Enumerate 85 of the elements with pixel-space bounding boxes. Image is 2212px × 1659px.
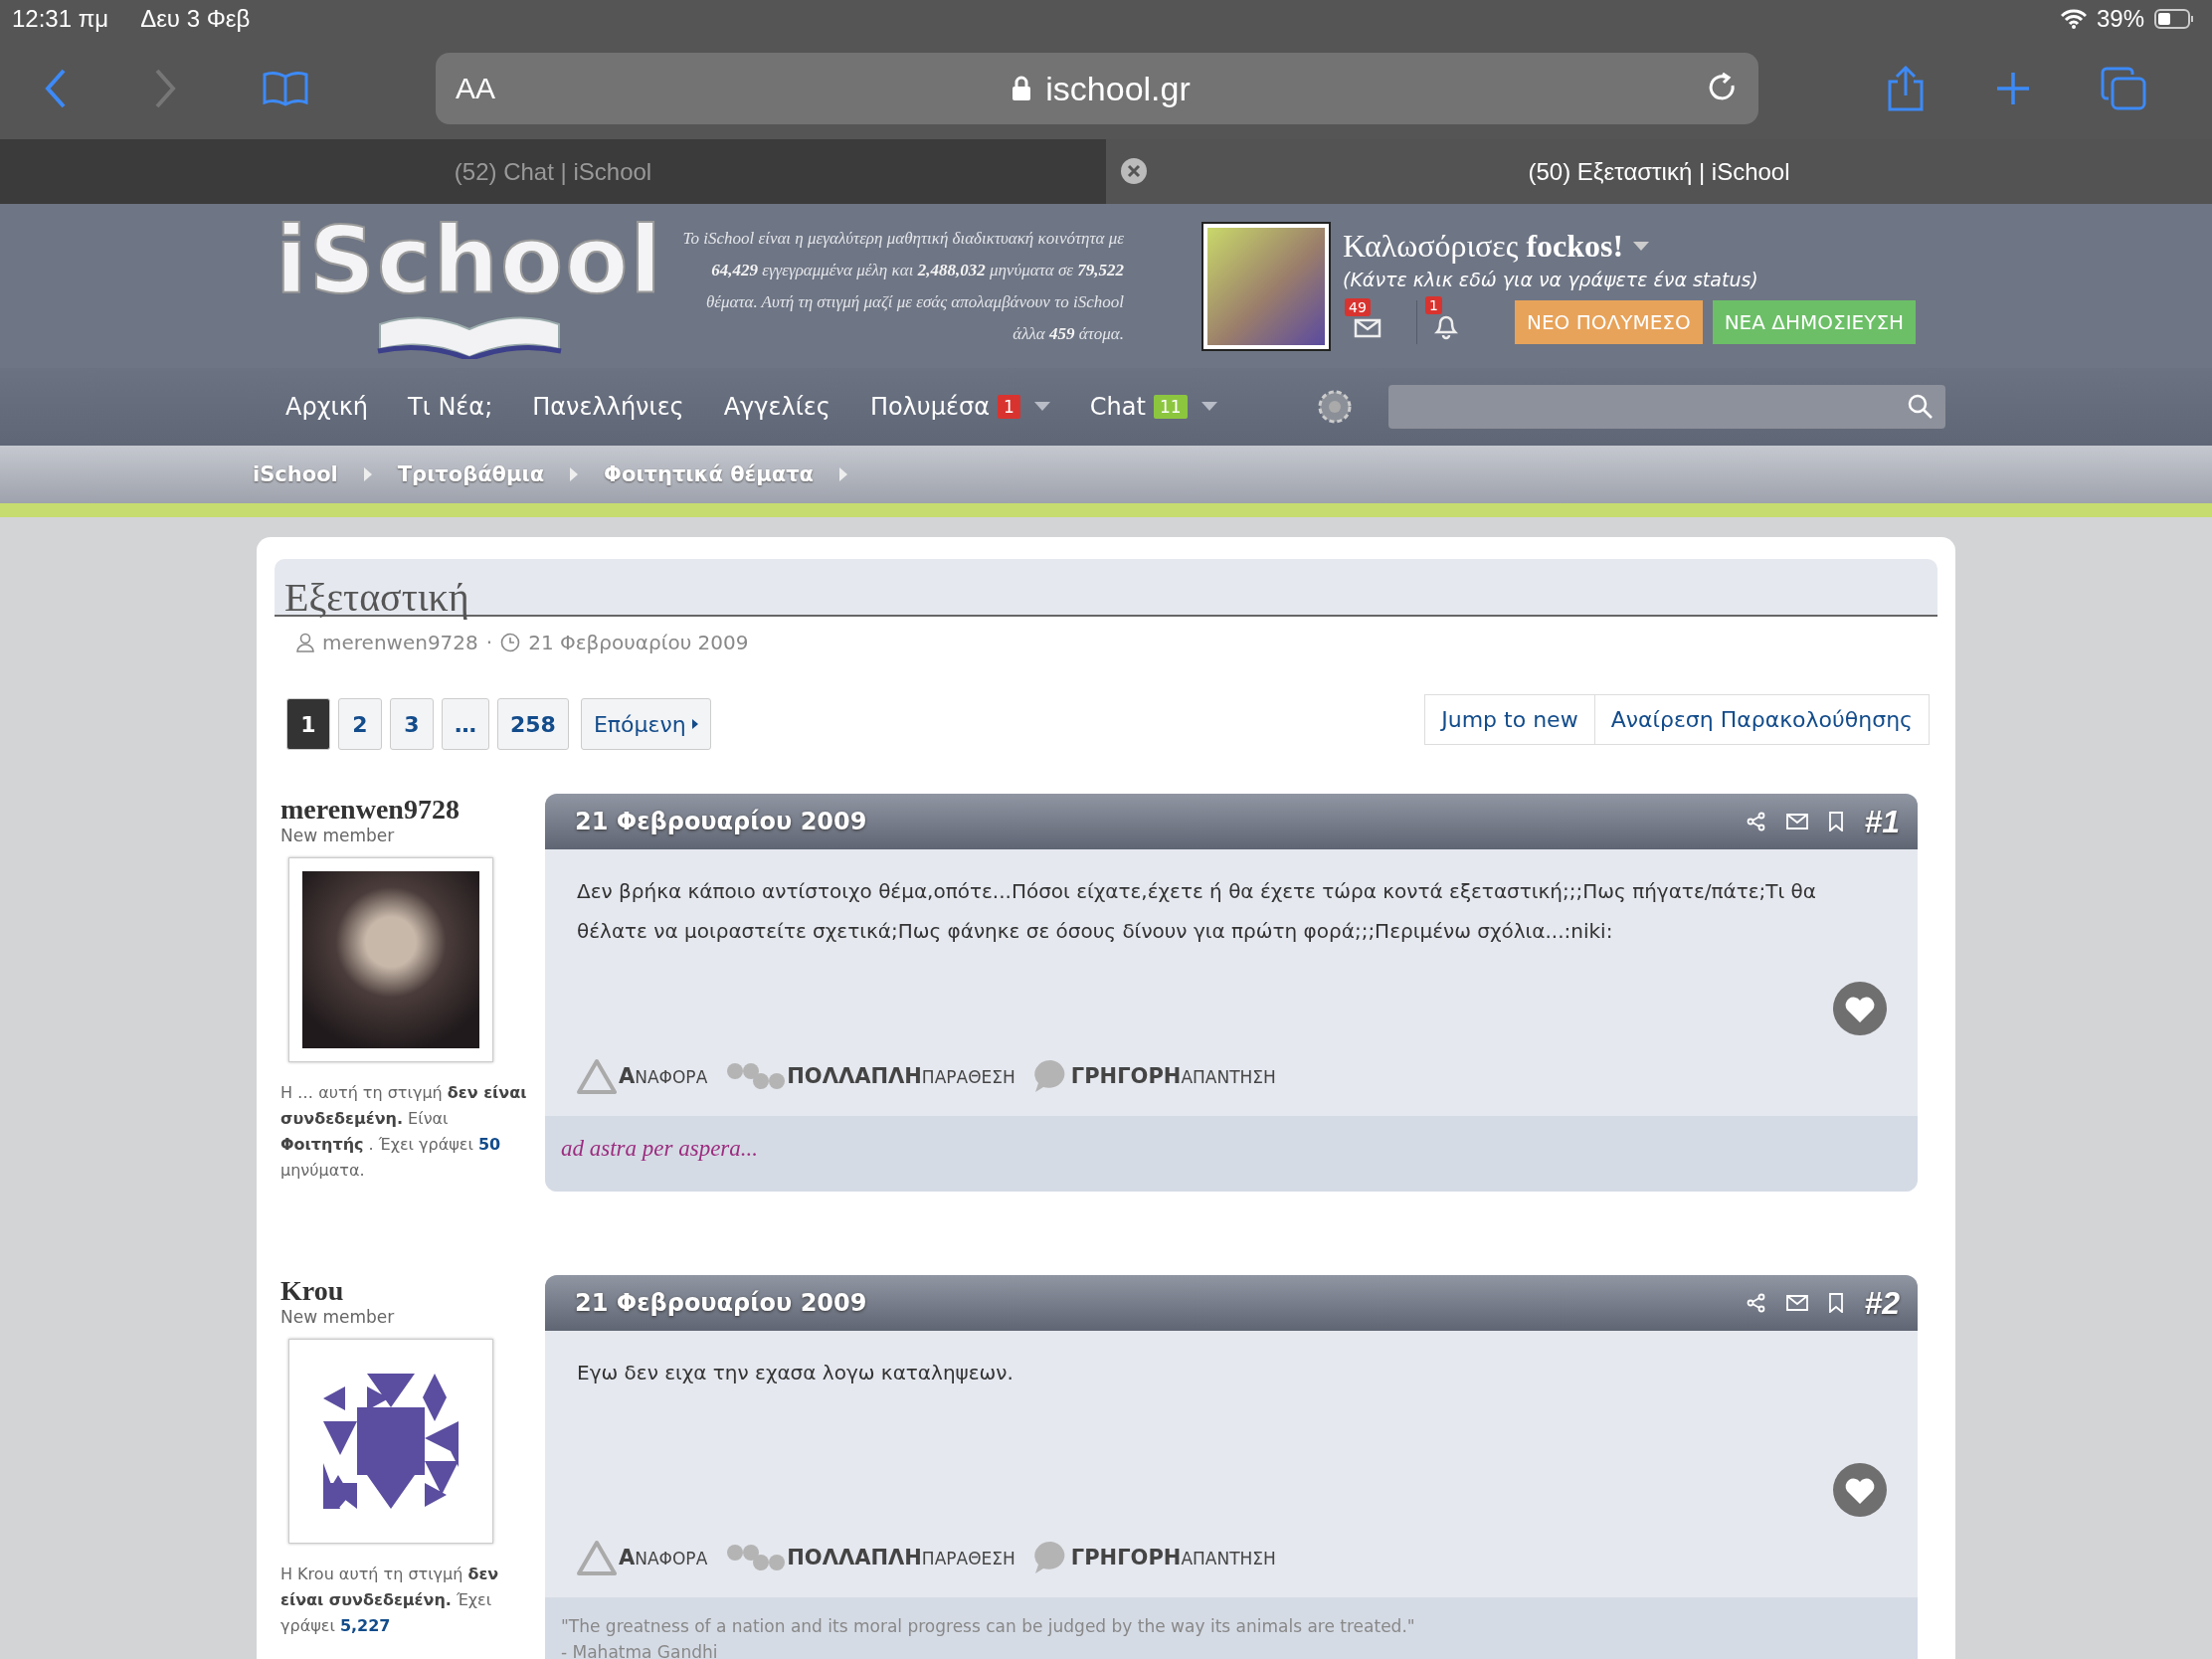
status-time: 12:31 πμ	[12, 5, 109, 33]
nav-link[interactable]: Αγγελίες	[723, 393, 830, 421]
battery-icon	[2154, 9, 2194, 29]
post-number-link[interactable]: #2	[1864, 1284, 1900, 1322]
wifi-icon	[2060, 9, 2087, 29]
user-role: New member	[280, 826, 396, 845]
nav-link[interactable]: Τι Νέα;	[408, 393, 493, 421]
user-icon	[296, 633, 314, 652]
user-status-text: Η Krou αυτή τη στιγμή δεν είναι συνδεδεμένη. Έχει γράψει 5,227	[280, 1564, 500, 1637]
search-field[interactable]	[1387, 385, 1945, 429]
close-icon[interactable]	[1120, 157, 1148, 185]
nav-link[interactable]: Πανελλήνιες	[532, 393, 684, 421]
post-date: 21 Φεβρουαρίου 2009	[575, 808, 867, 835]
search-icon[interactable]	[1907, 394, 1934, 420]
warning-icon	[577, 1540, 617, 1575]
post-author[interactable]: merenwen9728	[280, 794, 529, 826]
thread-author[interactable]: merenwen9728	[322, 631, 478, 654]
text-size-button[interactable]: AA	[456, 72, 496, 105]
page-button[interactable]: 3	[390, 698, 434, 750]
back-icon[interactable]	[44, 69, 68, 108]
count-badge: 1	[998, 395, 1020, 419]
signature-text: ad astra per aspera...	[545, 1116, 1918, 1192]
bookmark-icon[interactable]	[1828, 812, 1845, 831]
chevron-icon	[363, 467, 372, 481]
caret-icon	[691, 719, 698, 729]
bookmark-icon[interactable]	[1828, 1293, 1845, 1313]
page-button[interactable]: 2	[338, 698, 382, 750]
caret-icon[interactable]	[1633, 241, 1650, 252]
post-count-link[interactable]: 50	[478, 1135, 501, 1154]
post-action-button[interactable]: ΠΟΛΛΑΠΛΗΠΑΡΑΘΕΣΗ	[725, 1058, 1015, 1094]
post-action-button[interactable]: ΑΝΑΦΟΡΑ	[577, 1540, 708, 1575]
plus-icon[interactable]	[1995, 71, 2031, 106]
envelope-icon[interactable]	[1786, 813, 1809, 830]
post-author[interactable]: Krou	[280, 1275, 529, 1307]
page-button[interactable]: …	[442, 698, 489, 750]
site-logo[interactable]: iSchool	[276, 213, 663, 309]
separator-dot: ·	[485, 631, 493, 654]
post-message: Εγω δεν ειχα την εχασα λογω καταληψεων.	[577, 1360, 1014, 1386]
share-icon[interactable]	[1747, 812, 1767, 831]
lock-icon	[1012, 76, 1032, 101]
nav-link[interactable]: Πολυμέσα	[869, 393, 990, 421]
chevron-icon	[570, 467, 579, 481]
caret-icon[interactable]	[1200, 402, 1217, 412]
next-page-button[interactable]: Επόμενη	[580, 698, 711, 750]
welcome-text: Καλωσόρισες fockos!	[1343, 228, 1624, 265]
page-button[interactable]: 258	[497, 698, 569, 750]
tabs-icon[interactable]	[2101, 67, 2146, 110]
warning-icon	[577, 1058, 617, 1094]
user-role: New member	[280, 1307, 396, 1327]
address-bar[interactable]: AA ischool.gr	[436, 53, 1758, 124]
nav-link[interactable]: Αρχική	[285, 393, 368, 421]
post-action-button[interactable]: ΓΡΗΓΟΡΗΑΠΑΝΤΗΣΗ	[1032, 1058, 1276, 1094]
chevron-icon	[839, 467, 847, 481]
book-icon[interactable]	[263, 71, 308, 106]
post-message: Δεν βρήκα κάποιο αντίστοιχο θέμα,οπότε...Πόσοι είχατε,έχετε ή θα έχετε τώρα κοντά εξεταστική;;;Πως πήγατε/πάτε;Τι θα θέλατε να μοιραστείτε σχετικά;Πως φάνηκε σε όσους δίνουν για πρώτη φορά;;;Περιμένω σχόλια...:niki:	[577, 878, 1818, 945]
thread-date: 21 Φεβρουαρίου 2009	[528, 631, 749, 654]
post-action-button[interactable]: ΓΡΗΓΟΡΗΑΠΑΝΤΗΣΗ	[1032, 1540, 1276, 1575]
alert-count-badge: 1	[1425, 296, 1442, 314]
post-action-button[interactable]: ΑΝΑΦΟΡΑ	[577, 1058, 708, 1094]
post-count-link[interactable]: 5,227	[339, 1616, 391, 1635]
signature-text: "The greatness of a nation and its moral progress can be judged by the way its animals are treated." - Mahatma Gandhi	[545, 1597, 1918, 1659]
avatar-frame[interactable]	[288, 857, 493, 1062]
user-avatar[interactable]	[1203, 223, 1329, 349]
thread-title: Εξεταστική	[284, 574, 469, 621]
settings-icon[interactable]	[1316, 389, 1353, 425]
avatar-frame[interactable]	[288, 1339, 493, 1544]
envelope-icon[interactable]	[1786, 1294, 1809, 1312]
post-date: 21 Φεβρουαρίου 2009	[575, 1289, 867, 1317]
share-icon[interactable]	[1747, 1293, 1767, 1313]
post-action-button[interactable]: ΠΟΛΛΑΠΛΗΠΑΡΑΘΕΣΗ	[725, 1540, 1015, 1575]
nav-link[interactable]: Chat	[1089, 393, 1146, 421]
message-count-badge: 49	[1345, 298, 1371, 316]
status-date: Δευ 3 Φεβ	[140, 5, 251, 33]
page-button[interactable]: 1	[286, 698, 330, 750]
status-prompt-link[interactable]: (Κάντε κλικ εδώ για να γράψετε ένα status)	[1343, 269, 1927, 290]
battery-percent: 39%	[2096, 5, 2144, 33]
url-text: ischool.gr	[1045, 69, 1191, 108]
user-status-text: Η … αυτή τη στιγμή δεν είναι συνδεδεμένη. Είναι Φοιτητής . Έχει γράψει 50 μηνύματα.	[280, 1082, 528, 1182]
browser-tab[interactable]: (52) Chat | iSchool	[0, 139, 1106, 204]
caret-icon[interactable]	[1033, 402, 1050, 412]
clock-icon	[500, 633, 521, 652]
share-icon[interactable]	[1886, 66, 1926, 111]
post-number-link[interactable]: #1	[1864, 803, 1900, 840]
site-stats-text: Το iSchool είναι η μεγαλύτερη μαθητική διαδικτυακή κοινότητα με 64,429 εγγεγραμμένα μέλη και 2,488,032 μηνύματα σε 79,522 θέματα. Αυτή τη στιγμή μαζί με εσάς απολαμβάνουν το iSchool άλλα 459 άτομα.	[681, 227, 1124, 345]
count-badge: 11	[1153, 395, 1188, 419]
